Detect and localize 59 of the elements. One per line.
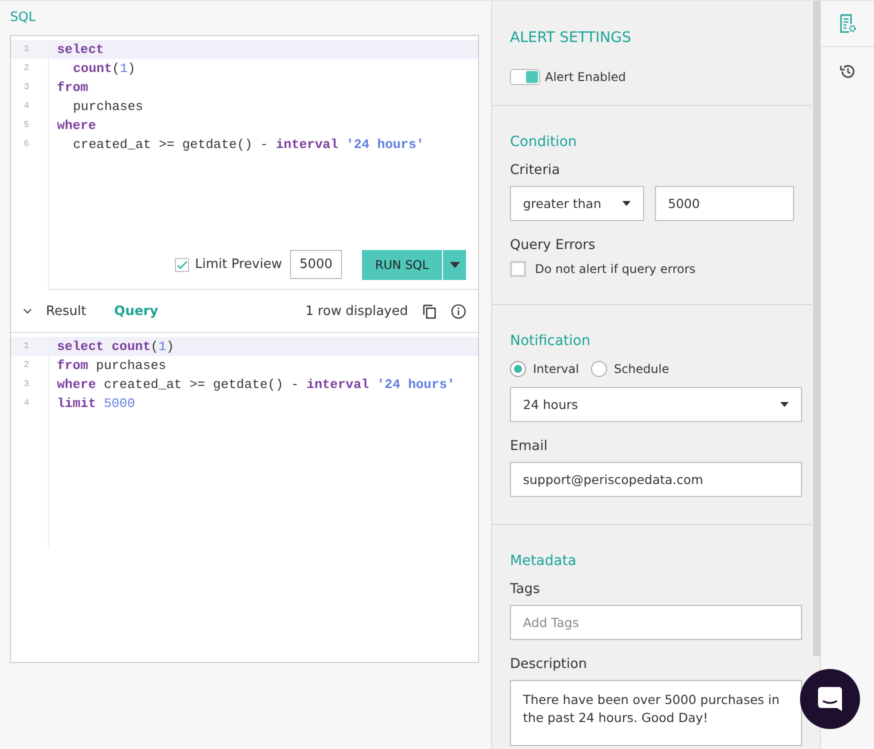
section-title: Metadata [510,553,578,569]
alert-toggle[interactable] [510,69,540,85]
limit-preview-checkbox[interactable] [175,258,190,272]
field-label: Email [510,438,548,454]
chat-icon [816,685,844,713]
rows-info: 1 row displayed [305,304,408,318]
run-options-button[interactable] [442,250,466,280]
code-line: from [56,79,90,97]
caret-down-icon [450,262,460,268]
radio-button[interactable] [590,361,607,377]
field-label: Criteria [510,162,561,178]
line-number: 4 [22,397,30,410]
copy-icon[interactable] [422,304,437,318]
info-icon[interactable] [451,304,466,318]
query-errors-checkbox[interactable] [510,261,526,277]
code-line: where [56,117,98,135]
line-number: 6 [22,138,30,151]
code-line: where created_at >= getdate() - interval '24 hours' [56,376,456,394]
code-line: from purchases [56,357,168,375]
scrollbar[interactable] [813,1,820,656]
section-title: Notification [510,333,592,349]
field-label: Query Errors [510,237,596,253]
code-line: count(1) [72,60,136,78]
line-number: 1 [11,337,48,356]
line-number: 2 [22,62,30,75]
line-number: 1 [11,40,48,59]
sql-heading: SQL [10,10,37,27]
line-number: 3 [22,378,30,391]
run-sql-button[interactable]: RUN SQL [362,250,442,280]
caret-down-icon [780,402,789,407]
collapse-chevron-icon[interactable] [23,308,32,314]
line-number: 3 [22,81,30,94]
radio-button[interactable] [510,361,526,377]
interval-select[interactable]: 24 hours [510,387,802,422]
code-line: purchases [72,98,144,116]
section-title: Condition [510,134,578,150]
code-line: created_at >= getdate() - interval '24 hours' [72,136,426,154]
panel-title: ALERT SETTINGS [510,30,632,46]
field-label: Description [510,656,588,672]
caret-down-icon [622,201,631,206]
email-input[interactable]: support@periscopedata.com [510,462,802,497]
tags-input[interactable]: Add Tags [510,605,802,640]
limit-input[interactable]: 5000 [290,250,342,279]
line-number: 5 [22,119,30,132]
line-number: 4 [22,100,30,113]
report-settings-icon[interactable] [838,14,856,34]
line-number: 2 [22,359,30,372]
radio-label: Interval [533,362,579,376]
toggle-label: Alert Enabled [545,70,626,84]
threshold-input[interactable]: 5000 [655,186,794,221]
description-textarea[interactable]: There have been over 5000 purchases in the past 24 hours. Good Day! [510,680,802,746]
field-label: Tags [510,581,541,597]
radio-label: Schedule [614,362,670,376]
operator-select[interactable]: greater than [510,186,644,221]
result-tab[interactable]: Result [46,304,86,318]
checkbox-label: Do not alert if query errors [535,262,696,276]
history-icon[interactable] [839,63,856,80]
limit-preview-label: Limit Preview [195,257,282,272]
code-line: limit 5000 [56,395,136,413]
